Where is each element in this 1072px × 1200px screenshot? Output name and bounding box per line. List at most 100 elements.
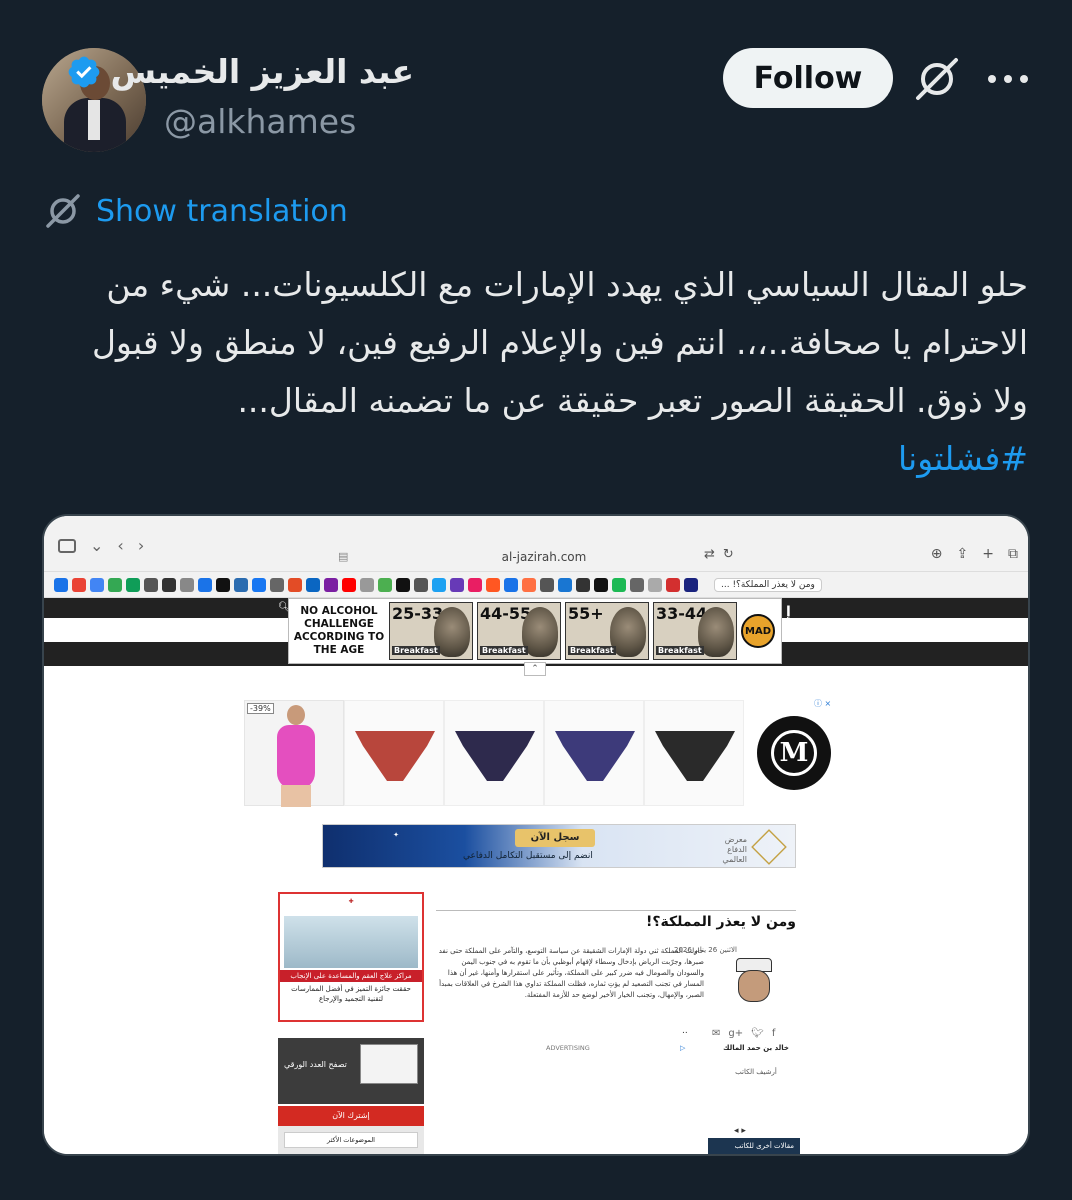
forward-icon[interactable]: ›	[138, 536, 144, 555]
bookmark-icon[interactable]	[504, 577, 518, 592]
discount-badge: -39%	[247, 703, 274, 714]
bookmark-icon[interactable]	[648, 577, 662, 592]
print-edition-box[interactable]: تصفح العدد الورقي إشترك الآن الموضوعات ا…	[278, 1038, 424, 1148]
tweet-body: حلو المقال السياسي الذي يهدد الإمارات مع…	[91, 265, 1028, 420]
author-name[interactable]: خالد بن حمد المالك	[716, 1044, 796, 1052]
bookmark-icon[interactable]	[594, 577, 608, 592]
bookmark-icon[interactable]	[378, 577, 392, 592]
email-icon[interactable]: ✉	[712, 1028, 720, 1039]
follow-button[interactable]: Follow	[723, 48, 893, 108]
translate-page-icon[interactable]: ⇄	[704, 547, 715, 562]
display-name[interactable]: عبد العزيز الخميس	[110, 52, 414, 91]
more-icon[interactable]	[988, 70, 1028, 88]
chevron-down-icon[interactable]: ⌄	[90, 536, 103, 555]
clinic-banner: مراكز علاج العقم والمساعدة على الإنجاب	[280, 970, 422, 982]
address-bar[interactable]: al-jazirah.com	[344, 546, 744, 568]
browser-tab-bar: ⌄ ‹ › ▤ al-jazirah.com ⇄ ↻ ⊕ ⇪ + ⧉	[44, 516, 1028, 572]
author-name-row[interactable]: عبد العزيز الخميس	[66, 52, 414, 91]
collapse-ad-icon[interactable]: ⌃	[524, 662, 546, 676]
tab-overview-icon[interactable]: ⧉	[1008, 546, 1018, 562]
bookmark-icon[interactable]	[324, 577, 338, 592]
ad-product-image	[644, 700, 744, 806]
bookmark-icon[interactable]	[216, 577, 230, 592]
bookmark-icon[interactable]	[558, 577, 572, 592]
share-icons: ✉ g+ 🐦︎ f	[712, 1028, 775, 1039]
bookmark-icon[interactable]	[540, 577, 554, 592]
article-more[interactable]: ..	[682, 1026, 688, 1036]
register-now-button[interactable]: سجل الآن	[515, 829, 595, 847]
banner-event-name: معرض الدفاع العالمي	[722, 835, 747, 864]
bookmark-icon[interactable]	[288, 577, 302, 592]
carousel-controls[interactable]: ◂ ▸	[734, 1126, 746, 1136]
ad-age-box: 44-55 Breakfast	[477, 602, 561, 660]
bookmark-icon[interactable]	[432, 577, 446, 592]
bookmark-icon[interactable]	[54, 577, 68, 592]
bookmark-icon[interactable]	[270, 577, 284, 592]
ad-age-box: 33-44 Breakfast	[653, 602, 737, 660]
translate-icon	[46, 194, 80, 228]
grok-icon[interactable]	[912, 56, 962, 102]
author-archive-link[interactable]: أرشيف الكاتب	[716, 1068, 796, 1076]
military-expo-banner[interactable]: ✦ سجل الآن انضم إلى مستقبل التكامل الدفا…	[322, 824, 796, 868]
bookmark-icon[interactable]	[342, 577, 356, 592]
tweet-media-image[interactable]: ⌄ ‹ › ▤ al-jazirah.com ⇄ ↻ ⊕ ⇪ + ⧉ ومن ل…	[42, 514, 1030, 1156]
bookmark-icon[interactable]	[486, 577, 500, 592]
address-bar-icons: ⇄ ↻	[704, 547, 734, 562]
ad-age-box: 55+ Breakfast	[565, 602, 649, 660]
ad-brand-logo: MAD	[741, 614, 775, 648]
download-icon[interactable]: ⊕	[931, 546, 943, 562]
tweet-text: حلو المقال السياسي الذي يهدد الإمارات مع…	[56, 256, 1028, 488]
facebook-icon[interactable]: f	[772, 1028, 776, 1039]
bookmark-icon[interactable]	[180, 577, 194, 592]
bookmark-icon[interactable]	[396, 577, 410, 592]
bookmark-icon[interactable]	[612, 577, 626, 592]
browser-right-controls: ⊕ ⇪ + ⧉	[931, 546, 1018, 562]
top-banner-ad[interactable]: NO ALCOHOL CHALLENGE ACCORDING TO THE AG…	[288, 598, 782, 664]
author-photo	[708, 954, 800, 1026]
advertising-label: ADVERTISING	[546, 1044, 590, 1052]
newspaper-thumbnail	[360, 1044, 418, 1084]
hashtag-link[interactable]: #فشلتونا	[898, 439, 1028, 478]
bookmark-icon[interactable]	[108, 577, 122, 592]
back-icon[interactable]: ‹	[117, 536, 123, 555]
bookmark-icon[interactable]	[522, 577, 536, 592]
bookmark-icon[interactable]	[630, 577, 644, 592]
bookmark-tab[interactable]: ومن لا يعذر المملكة؟! ...	[714, 577, 822, 592]
new-tab-icon[interactable]: +	[982, 546, 994, 562]
sidebar-toggle-icon[interactable]	[58, 538, 76, 553]
reload-icon[interactable]: ↻	[723, 547, 734, 562]
bookmark-icon[interactable]	[144, 577, 158, 592]
bookmark-icon[interactable]	[90, 577, 104, 592]
user-handle[interactable]: @alkhames	[164, 102, 356, 141]
bookmark-icon[interactable]	[126, 577, 140, 592]
banner-subtitle: انضم إلى مستقبل التكامل الدفاعي	[463, 851, 593, 861]
clinic-ad[interactable]: ✚ مراكز علاج العقم والمساعدة على الإنجاب…	[278, 892, 424, 1022]
bookmark-icon[interactable]	[450, 577, 464, 592]
bookmark-icon[interactable]	[468, 577, 482, 592]
bookmark-icon[interactable]	[162, 577, 176, 592]
bookmark-icon[interactable]	[252, 577, 266, 592]
google-plus-icon[interactable]: g+	[728, 1028, 743, 1039]
bookmark-icon[interactable]	[360, 577, 374, 592]
bookmark-icon[interactable]	[198, 577, 212, 592]
bookmark-icon[interactable]	[306, 577, 320, 592]
show-translation-row[interactable]: Show translation	[44, 192, 348, 230]
article-title[interactable]: ومن لا يعذر المملكة؟!	[436, 914, 796, 930]
bookmark-icon[interactable]	[414, 577, 428, 592]
show-translation-link[interactable]: Show translation	[96, 194, 348, 229]
browser-left-controls: ⌄ ‹ ›	[58, 536, 144, 555]
bookmark-icon[interactable]	[234, 577, 248, 592]
bookmark-icon[interactable]	[666, 577, 680, 592]
bookmark-icon[interactable]	[684, 577, 698, 592]
twitter-icon[interactable]: 🐦︎	[751, 1028, 764, 1039]
more-articles-heading[interactable]: مقالات أخرى للكاتب	[708, 1138, 800, 1154]
bookmark-icon[interactable]	[72, 577, 86, 592]
ad-choices-icon[interactable]: ▷	[680, 1044, 685, 1052]
share-icon[interactable]: ⇪	[957, 546, 969, 562]
ad-product-image	[444, 700, 544, 806]
bookmark-icon[interactable]	[576, 577, 590, 592]
ad-headline: NO ALCOHOL CHALLENGE ACCORDING TO THE AG…	[293, 605, 385, 656]
clinic-text: حققت جائزة التميز في أفضل الممارسات لتقن…	[291, 985, 411, 1003]
lingerie-ad[interactable]: -39% M	[244, 700, 844, 807]
subscribe-button[interactable]: إشترك الآن	[278, 1106, 424, 1126]
